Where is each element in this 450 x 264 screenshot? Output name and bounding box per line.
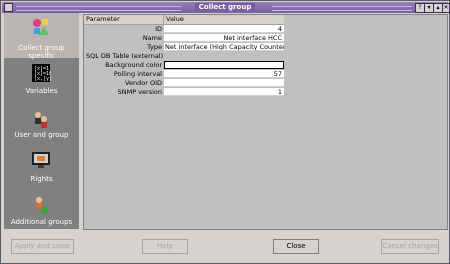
monitor-icon — [32, 152, 50, 168]
sidebar: Collect group specific [x]=1 [x]=18 [x,[… — [4, 13, 79, 229]
table-row: SNMP version 1 — [84, 88, 284, 96]
snmp-version-field[interactable]: 1 — [164, 88, 284, 96]
parameter-label: Vendor OID — [125, 79, 162, 87]
polling-interval-field[interactable]: 57 — [164, 70, 284, 78]
column-separator — [163, 15, 164, 24]
parameter-table: Parameter Value ID 4 Name Net interface … — [83, 14, 448, 230]
title-bar[interactable]: Collect group ? ▾ ▴ ✕ — [2, 2, 450, 13]
table-row: Name Net interface HCC — [84, 34, 284, 42]
table-row: Type Net interface (High Capacity Counte… — [84, 43, 284, 51]
table-row: ID 4 — [84, 25, 284, 33]
type-field[interactable]: Net interface (High Capacity Counters) — [164, 43, 284, 51]
blocks-icon — [33, 19, 49, 35]
sidebar-item-additional-groups[interactable]: Additional groups — [4, 191, 79, 229]
sidebar-item-variables[interactable]: [x]=1 [x]=18 [x,[y] Variables — [4, 60, 79, 100]
vendor-oid-field[interactable] — [164, 79, 284, 87]
sidebar-item-label: Collect group specific — [18, 44, 65, 60]
column-header-value[interactable]: Value — [166, 15, 184, 24]
table-row: Vendor OID — [84, 79, 284, 87]
svg-text:[x,[y]: [x,[y] — [34, 76, 51, 82]
sidebar-item-label: Additional groups — [10, 218, 73, 226]
users-icon — [35, 112, 47, 128]
table-header: Parameter Value — [84, 15, 284, 25]
table-row: Polling interval 57 — [84, 70, 284, 78]
parameter-label: Name — [142, 34, 162, 42]
background-color-field[interactable] — [164, 61, 284, 69]
sidebar-item-label: User and group — [14, 131, 69, 139]
button-bar: Apply and close Help Close Cancel change… — [1, 230, 449, 263]
cancel-changes-button[interactable]: Cancel changes — [381, 239, 439, 254]
sidebar-item-collect-group-specific[interactable]: Collect group specific — [4, 13, 79, 60]
column-header-parameter[interactable]: Parameter — [86, 15, 120, 24]
apply-and-close-button[interactable]: Apply and close — [11, 239, 74, 254]
sidebar-item-label: Variables — [25, 87, 58, 95]
name-field[interactable]: Net interface HCC — [164, 34, 284, 42]
groups-icon — [36, 197, 48, 213]
parameter-label: Type — [147, 43, 162, 51]
help-button[interactable]: Help — [142, 239, 188, 254]
collect-group-window: Collect group ? ▾ ▴ ✕ Collect group spec… — [0, 0, 450, 264]
sidebar-item-user-and-group[interactable]: User and group — [4, 103, 79, 143]
variables-icon: [x]=1 [x]=18 [x,[y] — [32, 64, 51, 82]
parameter-label: SQL DB Table (external) — [86, 52, 164, 60]
id-value: 4 — [164, 25, 284, 33]
window-title: Collect group — [194, 3, 256, 11]
sidebar-item-rights[interactable]: Rights — [4, 146, 79, 188]
sidebar-item-label: Rights — [30, 175, 53, 183]
table-row: Background color — [84, 61, 284, 69]
parameter-label: Polling interval — [113, 70, 162, 78]
parameter-label: SNMP version — [117, 88, 162, 96]
parameter-label: ID — [155, 25, 162, 33]
parameter-label: Background color — [105, 61, 162, 69]
close-window-button[interactable]: ✕ — [442, 3, 450, 13]
table-row: SQL DB Table (external) — [84, 52, 284, 60]
close-button[interactable]: Close — [273, 239, 319, 254]
